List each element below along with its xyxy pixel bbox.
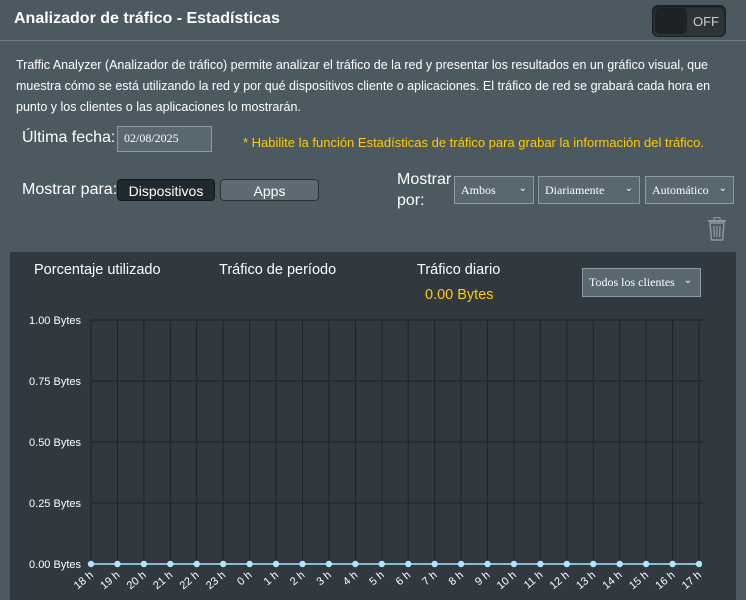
data-point <box>219 560 227 568</box>
data-point <box>352 560 359 568</box>
y-tick-label: 0.00 Bytes <box>29 559 81 571</box>
data-point <box>563 560 571 568</box>
x-tick-label: 8 h <box>447 569 466 588</box>
x-tick-label: 7 h <box>420 569 439 588</box>
data-point <box>405 560 412 568</box>
x-tick-label: 2 h <box>288 569 307 588</box>
x-tick-label: 14 h <box>601 569 625 592</box>
x-tick-label: 3 h <box>314 569 333 588</box>
data-point <box>140 560 148 568</box>
data-point <box>193 560 200 568</box>
x-tick-label: 11 h <box>522 569 545 591</box>
data-point <box>537 560 544 568</box>
traffic-chart: 0.00 Bytes 0.25 Bytes 0.50 Bytes 0.75 Bytes… <box>29 315 705 592</box>
data-point <box>695 560 703 568</box>
data-point <box>457 560 465 568</box>
data-point <box>642 560 650 568</box>
x-tick-label: 23 h <box>204 569 228 592</box>
x-tick-label: 15 h <box>627 569 651 592</box>
data-point <box>325 560 333 568</box>
x-tick-label: 21 h <box>151 569 175 592</box>
y-tick-label: 1.00 Bytes <box>29 315 81 327</box>
x-tick-label: 5 h <box>367 569 386 588</box>
x-tick-label: 20 h <box>125 569 149 592</box>
x-tick-label: 18 h <box>72 569 96 592</box>
data-point <box>616 560 623 568</box>
x-tick-label: 4 h <box>341 569 360 588</box>
data-point <box>484 560 491 568</box>
x-tick-label: 17 h <box>680 569 704 592</box>
data-point <box>114 560 121 568</box>
x-tick-label: 0 h <box>235 569 254 588</box>
y-tick-label: 0.75 Bytes <box>29 376 81 388</box>
x-tick-label: 19 h <box>98 569 122 592</box>
x-tick-label: 6 h <box>394 569 413 588</box>
data-point <box>299 560 306 568</box>
data-point <box>378 560 385 568</box>
data-point <box>431 560 438 568</box>
x-tick-label: 10 h <box>495 569 519 592</box>
x-tick-label: 16 h <box>653 569 677 592</box>
x-tick-label: 9 h <box>473 569 492 588</box>
data-point <box>510 560 518 568</box>
data-point <box>669 560 676 568</box>
data-point <box>246 560 253 568</box>
x-tick-label: 1 h <box>262 569 281 588</box>
data-point <box>590 560 597 568</box>
data-point <box>87 560 95 568</box>
y-tick-label: 0.25 Bytes <box>29 498 81 510</box>
y-tick-label: 0.50 Bytes <box>29 437 81 449</box>
x-tick-label: 13 h <box>574 569 598 592</box>
x-tick-label: 22 h <box>178 569 202 592</box>
data-point <box>167 560 174 568</box>
data-point <box>272 560 280 568</box>
x-tick-label: 12 h <box>548 569 572 592</box>
